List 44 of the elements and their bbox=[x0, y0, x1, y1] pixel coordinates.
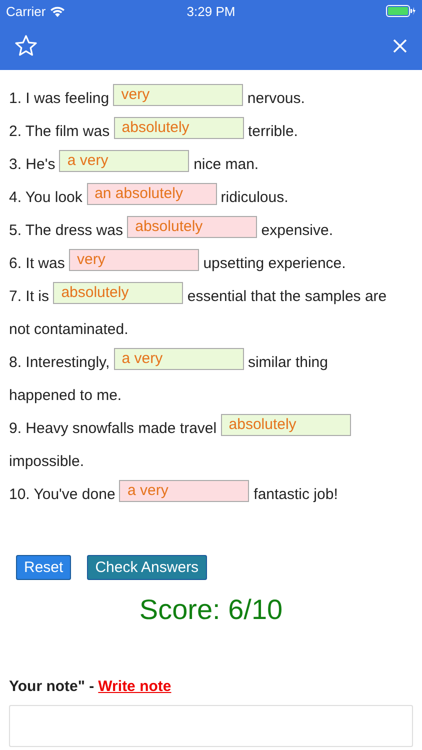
question-text: 2. The film was bbox=[9, 123, 110, 140]
question-text: happened to me. bbox=[9, 386, 122, 406]
answer-field[interactable]: a very bbox=[114, 348, 244, 370]
answer-field[interactable]: very bbox=[69, 249, 200, 271]
question-text: fantastic job! bbox=[254, 486, 338, 503]
question-text: 3. He's bbox=[9, 156, 56, 173]
check-button[interactable]: Check Answers bbox=[87, 555, 207, 580]
answer-field[interactable]: absolutely bbox=[114, 117, 244, 139]
question-text: 7. It is bbox=[9, 288, 50, 305]
close-icon[interactable] bbox=[392, 38, 408, 54]
question-text: 1. I was feeling bbox=[9, 90, 110, 107]
answer-field[interactable]: very bbox=[113, 84, 244, 106]
question-text: nervous. bbox=[247, 90, 305, 107]
question-text: terrible. bbox=[248, 123, 298, 140]
answer-field[interactable]: absolutely bbox=[53, 282, 184, 304]
question-text: 10. You've done bbox=[9, 486, 116, 503]
question-text: not contaminated. bbox=[9, 320, 128, 340]
star-icon[interactable] bbox=[14, 34, 38, 58]
question-text: similar thing bbox=[248, 354, 328, 371]
battery-icon bbox=[386, 5, 416, 17]
note-field[interactable] bbox=[9, 705, 413, 747]
question-text: essential that the samples are bbox=[187, 288, 387, 305]
question-text: nice man. bbox=[194, 156, 259, 173]
status-time: 3:29 PM bbox=[186, 4, 236, 18]
question-text: 6. It was bbox=[9, 255, 65, 272]
answer-field[interactable]: absolutely bbox=[220, 414, 351, 436]
reset-button[interactable]: Reset bbox=[16, 555, 72, 580]
question-text: 5. The dress was bbox=[9, 222, 123, 239]
note-label: Your note" - bbox=[9, 678, 94, 695]
carrier-name: Carrier bbox=[6, 4, 46, 18]
answer-field[interactable]: an absolutely bbox=[86, 183, 217, 205]
question-text: 4. You look bbox=[9, 189, 82, 206]
question-text: upsetting experience. bbox=[203, 255, 346, 272]
answer-field[interactable]: absolutely bbox=[127, 216, 258, 238]
question-text: ridiculous. bbox=[220, 189, 288, 206]
question-text: 8. Interestingly, bbox=[9, 354, 110, 371]
question-text: 9. Heavy snowfalls made travel bbox=[9, 420, 217, 437]
wifi-icon bbox=[50, 6, 65, 16]
question-text: impossible. bbox=[9, 452, 84, 472]
answer-field[interactable]: a very bbox=[59, 150, 190, 172]
write-note-link[interactable]: Write note bbox=[98, 678, 172, 695]
question-text: expensive. bbox=[261, 222, 334, 239]
answer-field[interactable]: a very bbox=[119, 480, 250, 502]
score-text: Score: 6/10 bbox=[138, 594, 284, 626]
